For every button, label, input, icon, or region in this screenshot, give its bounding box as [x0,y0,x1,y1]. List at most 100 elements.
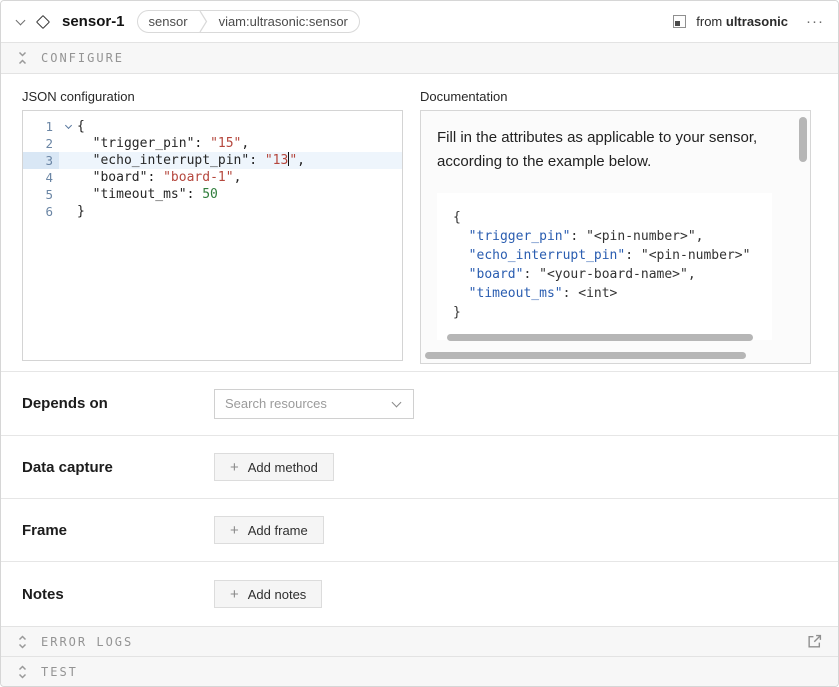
code-token: "15" [210,136,241,151]
doc-code-line: { [453,208,756,227]
plus-icon: + [230,460,239,475]
code-token: 50 [202,187,218,202]
fold-gutter-spacer [59,186,77,203]
fold-chevron-icon[interactable] [59,118,77,135]
line-number: 3 [23,152,59,169]
editor-line-3[interactable]: 3 "echo_interrupt_pin": "13", [23,152,402,169]
expand-section-icon[interactable] [17,635,28,649]
configure-section-body: JSON configuration 1{2 "trigger_pin": "1… [1,74,838,371]
code-token: , [297,153,305,168]
code-line: "echo_interrupt_pin": "13", [77,152,305,169]
depends-on-row: Depends on [1,371,838,435]
documentation-label: Documentation [420,89,811,104]
open-in-new-window-icon[interactable] [807,634,822,649]
badge-type-label: sensor [138,11,199,32]
line-number: 1 [23,118,59,135]
code-token: , [234,170,242,185]
error-logs-section-bar[interactable]: ERROR LOGS [1,626,838,656]
test-section-bar[interactable]: TEST [1,656,838,686]
module-icon [673,15,686,28]
configure-section-bar[interactable]: CONFIGURE [1,42,838,74]
add-notes-button[interactable]: + Add notes [214,580,322,608]
code-token: : [249,153,265,168]
search-resources-input[interactable] [215,390,375,418]
code-line: } [77,203,85,220]
code-token: "board-1" [163,170,233,185]
editor-line-1[interactable]: 1{ [23,118,402,135]
editor-line-4[interactable]: 4 "board": "board-1", [23,169,402,186]
frame-label: Frame [22,522,214,539]
code-token: "13 [265,153,288,168]
expand-section-icon[interactable] [17,665,28,679]
editor-line-2[interactable]: 2 "trigger_pin": "15", [23,135,402,152]
code-token: } [77,204,85,219]
line-number: 6 [23,203,59,220]
from-word: from [696,14,722,29]
editor-line-6[interactable]: 6} [23,203,402,220]
code-token: "board" [93,170,148,185]
code-token [77,187,93,202]
overflow-menu-button[interactable]: ··· [806,17,824,27]
badge-model-label: viam:ultrasonic:sensor [208,11,359,32]
code-token: : "<pin-number>", [570,229,703,244]
doc-code-lines: { "trigger_pin": "<pin-number>", "echo_i… [453,208,756,322]
depends-on-label: Depends on [22,395,214,412]
doc-vertical-scrollbar[interactable] [799,117,807,162]
data-capture-row: Data capture + Add method [1,435,838,498]
json-config-label: JSON configuration [22,89,403,104]
fold-gutter-spacer [59,152,77,169]
badge-separator-chevron-icon [199,10,208,33]
line-number: 4 [23,169,59,186]
code-token: { [453,210,461,225]
doc-code-line: "echo_interrupt_pin": "<pin-number>" [453,246,756,265]
documentation-intro-text: Fill in the attributes as applicable to … [437,126,788,174]
component-config-card: sensor-1 sensor viam:ultrasonic:sensor f… [0,0,839,687]
code-token: } [453,305,461,320]
code-token [453,286,469,301]
panel-horizontal-scrollbar[interactable] [425,352,746,359]
frame-row: Frame + Add frame [1,498,838,561]
code-token: " [289,153,297,168]
code-horizontal-scrollbar[interactable] [447,334,753,341]
editor-line-5[interactable]: 5 "timeout_ms": 50 [23,186,402,203]
doc-code-line: "trigger_pin": "<pin-number>", [453,227,756,246]
code-token [77,136,93,151]
test-section-label: TEST [41,665,78,679]
documentation-column: Documentation Fill in the attributes as … [420,89,811,371]
code-token [453,267,469,282]
code-token: "trigger_pin" [93,136,195,151]
from-module-text: from ultrasonic [696,14,788,29]
fold-gutter-spacer [59,135,77,152]
add-frame-button[interactable]: + Add frame [214,516,324,544]
doc-code-line: "timeout_ms": <int> [453,284,756,303]
code-token: , [241,136,249,151]
plus-icon: + [230,587,239,602]
code-token: "echo_interrupt_pin" [469,248,626,263]
error-logs-section-label: ERROR LOGS [41,635,133,649]
add-method-button[interactable]: + Add method [214,453,334,481]
code-token: { [77,119,85,134]
code-token: : "<your-board-name>", [523,267,695,282]
code-token [77,170,93,185]
collapse-card-chevron-icon[interactable] [16,15,26,25]
configure-section-label: CONFIGURE [41,51,124,65]
collapse-section-icon[interactable] [17,51,28,65]
module-icon-fill [675,21,680,26]
depends-on-select[interactable] [214,389,414,419]
module-name: ultrasonic [726,14,788,29]
header-right: from ultrasonic ··· [673,14,824,29]
component-header: sensor-1 sensor viam:ultrasonic:sensor f… [1,1,838,42]
code-token [77,153,93,168]
code-token: : "<pin-number>" [625,248,750,263]
code-line: { [77,118,85,135]
code-token: "timeout_ms" [93,187,187,202]
code-token: "echo_interrupt_pin" [93,153,250,168]
chevron-down-icon[interactable] [392,397,402,407]
fold-gutter-spacer [59,203,77,220]
code-token: "timeout_ms" [469,286,563,301]
json-editor[interactable]: 1{2 "trigger_pin": "15",3 "echo_interrup… [22,110,403,361]
code-line: "timeout_ms": 50 [77,186,218,203]
component-name: sensor-1 [62,13,125,30]
code-token: : [187,187,203,202]
add-notes-button-label: Add notes [248,587,307,602]
